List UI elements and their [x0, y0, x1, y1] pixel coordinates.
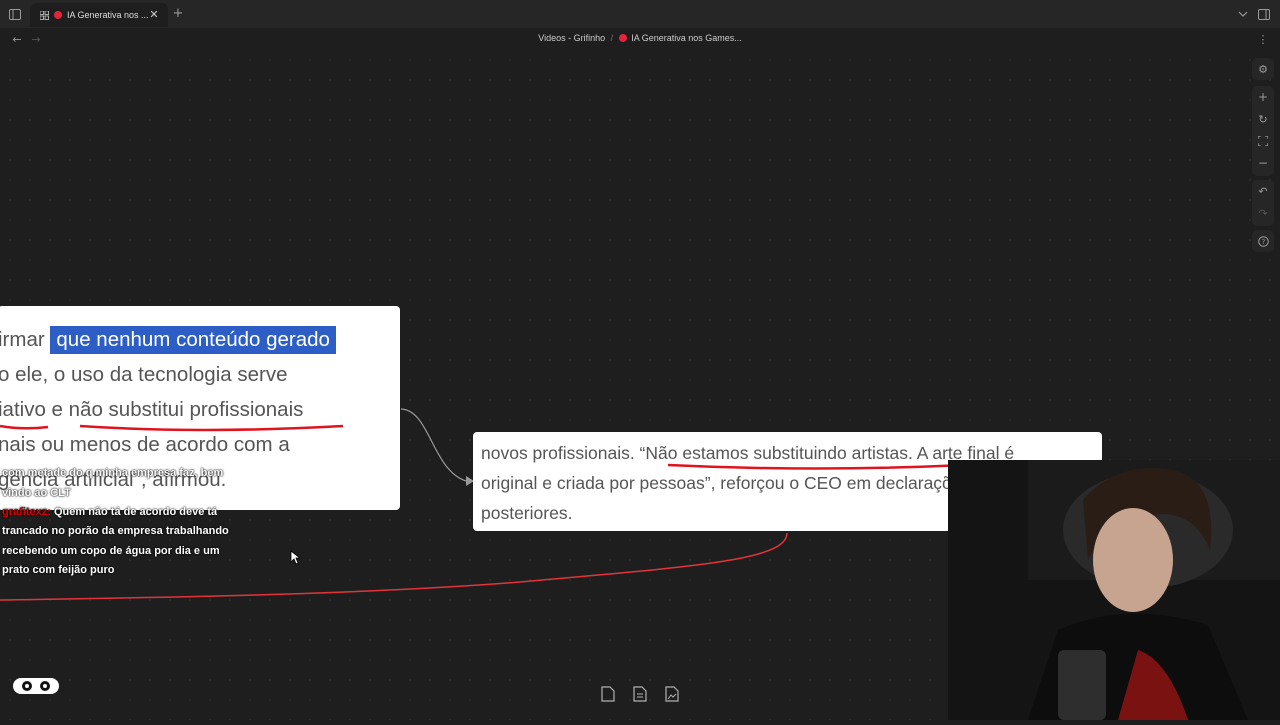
svg-text:?: ? [1261, 238, 1265, 246]
undo-icon[interactable]: ↶ [1256, 184, 1270, 198]
chat-line: grafitexz: Quem não tá de acordo deve tá [2, 506, 217, 518]
right-toolbar-history: ↶ ↷ [1252, 180, 1274, 226]
refresh-icon[interactable]: ↻ [1256, 112, 1270, 126]
channel-logo [12, 675, 60, 697]
mouse-cursor-icon [290, 550, 300, 565]
settings-icon[interactable]: ⚙ [1256, 62, 1270, 76]
chat-message: com metade do q minha empresa faz, bem [2, 467, 224, 479]
text-card-left[interactable]: irmar que nenhum conteúdo gerado o ele, … [0, 306, 400, 510]
bottom-toolbar [592, 680, 688, 708]
fit-screen-icon[interactable] [1256, 134, 1270, 148]
chat-message: vindo ao CLT [2, 487, 71, 499]
chat-message: prato com feijão puro [2, 564, 115, 576]
new-media-icon[interactable] [662, 684, 682, 704]
zoom-in-icon[interactable]: + [1256, 90, 1270, 104]
right-toolbar-zoom: + ↻ − [1252, 86, 1274, 176]
chat-message: Quem não tá de acordo deve tá [50, 506, 218, 518]
chat-message: trancado no porão da empresa trabalhando [2, 525, 229, 537]
right-toolbar-help: ? [1252, 230, 1274, 252]
new-document-icon[interactable] [630, 684, 650, 704]
redo-icon[interactable]: ↷ [1256, 206, 1270, 220]
chat-username: grafitexz: [2, 506, 51, 518]
chat-message: recebendo um copo de água por dia e um [2, 545, 220, 557]
webcam-feed [948, 460, 1280, 720]
help-icon[interactable]: ? [1256, 234, 1270, 248]
underline-marks [0, 424, 344, 432]
zoom-out-icon[interactable]: − [1256, 156, 1270, 170]
new-note-icon[interactable] [598, 684, 618, 704]
right-toolbar-settings: ⚙ [1252, 58, 1274, 80]
